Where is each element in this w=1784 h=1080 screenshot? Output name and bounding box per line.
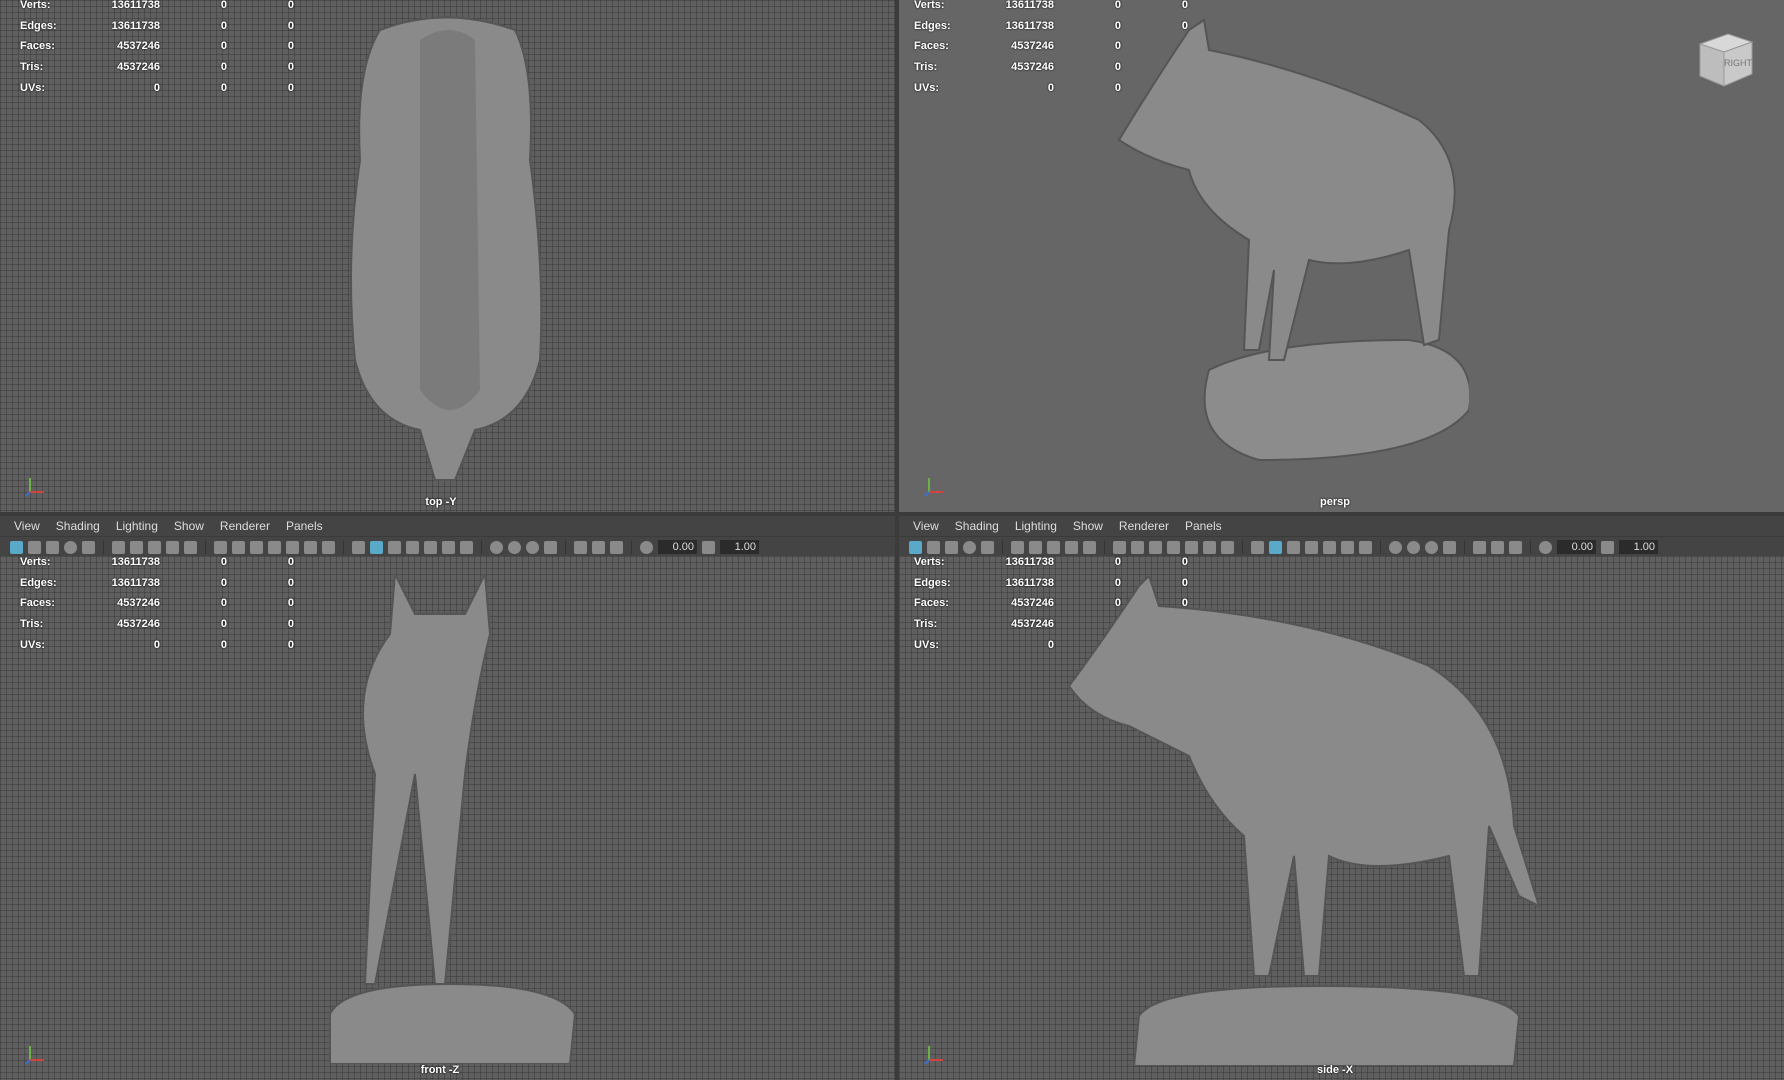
axis-gizmo-icon	[25, 1046, 44, 1065]
smooth-shade-icon[interactable]	[370, 540, 383, 554]
menu-show[interactable]: Show	[1073, 519, 1103, 533]
textured-icon[interactable]	[424, 540, 437, 554]
menu-lighting[interactable]: Lighting	[1015, 519, 1057, 533]
axis-gizmo-icon	[924, 478, 943, 497]
pane-divider-horizontal[interactable]	[0, 512, 1784, 516]
viewport-side[interactable]: View Shading Lighting Show Renderer Pane…	[899, 516, 1784, 1080]
exposure-icon[interactable]	[640, 540, 653, 554]
xray-joints-icon[interactable]	[592, 540, 605, 554]
shadows-icon[interactable]	[460, 540, 473, 554]
wireframe-on-shaded-icon[interactable]	[388, 540, 401, 554]
xray-icon[interactable]	[1305, 540, 1318, 554]
xray-active-icon[interactable]	[1509, 540, 1522, 554]
menu-lighting[interactable]: Lighting	[116, 519, 158, 533]
ambient-occlusion-icon[interactable]	[490, 540, 503, 554]
camera-label: side -X	[1316, 1064, 1354, 1076]
pane-divider-vertical[interactable]	[895, 0, 899, 1080]
smooth-shade-icon[interactable]	[1269, 540, 1282, 554]
viewcube-icon[interactable]: RIGHT	[1692, 28, 1756, 92]
motion-blur-icon[interactable]	[1407, 540, 1420, 554]
xray-joints-icon[interactable]	[1491, 540, 1504, 554]
toolbar-divider	[565, 540, 566, 554]
poly-count-hud: Verts: 13611738 0 0 Edges: 13611738 0 0 Faces:…	[20, 0, 294, 94]
wolf-model-side[interactable]	[1069, 576, 1559, 1066]
toolbar-divider	[1380, 540, 1381, 554]
viewport-persp[interactable]: Verts: 13611738 0 0 Edges: 13611738 0 0 Faces:…	[899, 0, 1784, 512]
anti-aliasing-icon[interactable]	[526, 540, 539, 554]
camera-label: front -Z	[420, 1064, 460, 1076]
ambient-occlusion-icon[interactable]	[1389, 540, 1402, 554]
anti-aliasing-icon[interactable]	[1425, 540, 1438, 554]
menu-panels[interactable]: Panels	[1185, 519, 1222, 533]
poly-count-hud: Verts: 13611738 0 0 Edges: 13611738 0 0 Faces:…	[20, 556, 294, 651]
viewcube-label: RIGHT	[1724, 58, 1753, 68]
xray-icon[interactable]	[406, 540, 419, 554]
isolate-select-icon[interactable]	[574, 540, 587, 554]
motion-blur-icon[interactable]	[508, 540, 521, 554]
wolf-model-top[interactable]	[325, 10, 575, 500]
gamma-field[interactable]: 1.00	[720, 540, 759, 554]
panel-menubar: View Shading Lighting Show Renderer Pane…	[899, 516, 1784, 536]
gamma-icon[interactable]	[702, 540, 715, 554]
gamma-field[interactable]: 1.00	[1619, 540, 1658, 554]
gamma-icon[interactable]	[1601, 540, 1614, 554]
toolbar-divider	[1242, 540, 1243, 554]
menu-show[interactable]: Show	[174, 519, 204, 533]
menu-renderer[interactable]: Renderer	[220, 519, 270, 533]
menu-shading[interactable]: Shading	[955, 519, 999, 533]
safe-action-icon[interactable]	[304, 540, 317, 554]
exposure-icon[interactable]	[1539, 540, 1552, 554]
toolbar-divider	[631, 540, 632, 554]
axis-gizmo-icon	[25, 478, 44, 497]
isolate-select-icon[interactable]	[1473, 540, 1486, 554]
menu-renderer[interactable]: Renderer	[1119, 519, 1169, 533]
toolbar-divider	[1464, 540, 1465, 554]
panel-menubar: View Shading Lighting Show Renderer Pane…	[0, 516, 895, 536]
safe-title-icon[interactable]	[1221, 540, 1234, 554]
menu-view[interactable]: View	[913, 519, 939, 533]
lights-icon[interactable]	[1341, 540, 1354, 554]
axis-gizmo-icon	[924, 1046, 943, 1065]
shadows-icon[interactable]	[1359, 540, 1372, 554]
wireframe-on-shaded-icon[interactable]	[1287, 540, 1300, 554]
wolf-model-persp[interactable]	[1109, 10, 1469, 470]
lights-icon[interactable]	[442, 540, 455, 554]
exposure-field[interactable]: 0.00	[658, 540, 697, 554]
camera-label: top -Y	[425, 496, 457, 508]
depth-of-field-icon[interactable]	[544, 540, 557, 554]
toolbar-divider	[1530, 540, 1531, 554]
toolbar-divider	[343, 540, 344, 554]
textured-icon[interactable]	[1323, 540, 1336, 554]
viewport-front[interactable]: View Shading Lighting Show Renderer Pane…	[0, 516, 895, 1080]
camera-label: persp	[1320, 496, 1350, 508]
wireframe-icon[interactable]	[1251, 540, 1264, 554]
exposure-field[interactable]: 0.00	[1557, 540, 1596, 554]
menu-shading[interactable]: Shading	[56, 519, 100, 533]
menu-panels[interactable]: Panels	[286, 519, 323, 533]
toolbar-divider	[481, 540, 482, 554]
safe-action-icon[interactable]	[1203, 540, 1216, 554]
depth-of-field-icon[interactable]	[1443, 540, 1456, 554]
wolf-model-front[interactable]	[315, 574, 585, 1064]
viewport-top[interactable]: Verts: 13611738 0 0 Edges: 13611738 0 0 Faces:…	[0, 0, 895, 512]
xray-active-icon[interactable]	[610, 540, 623, 554]
safe-title-icon[interactable]	[322, 540, 335, 554]
wireframe-icon[interactable]	[352, 540, 365, 554]
menu-view[interactable]: View	[14, 519, 40, 533]
